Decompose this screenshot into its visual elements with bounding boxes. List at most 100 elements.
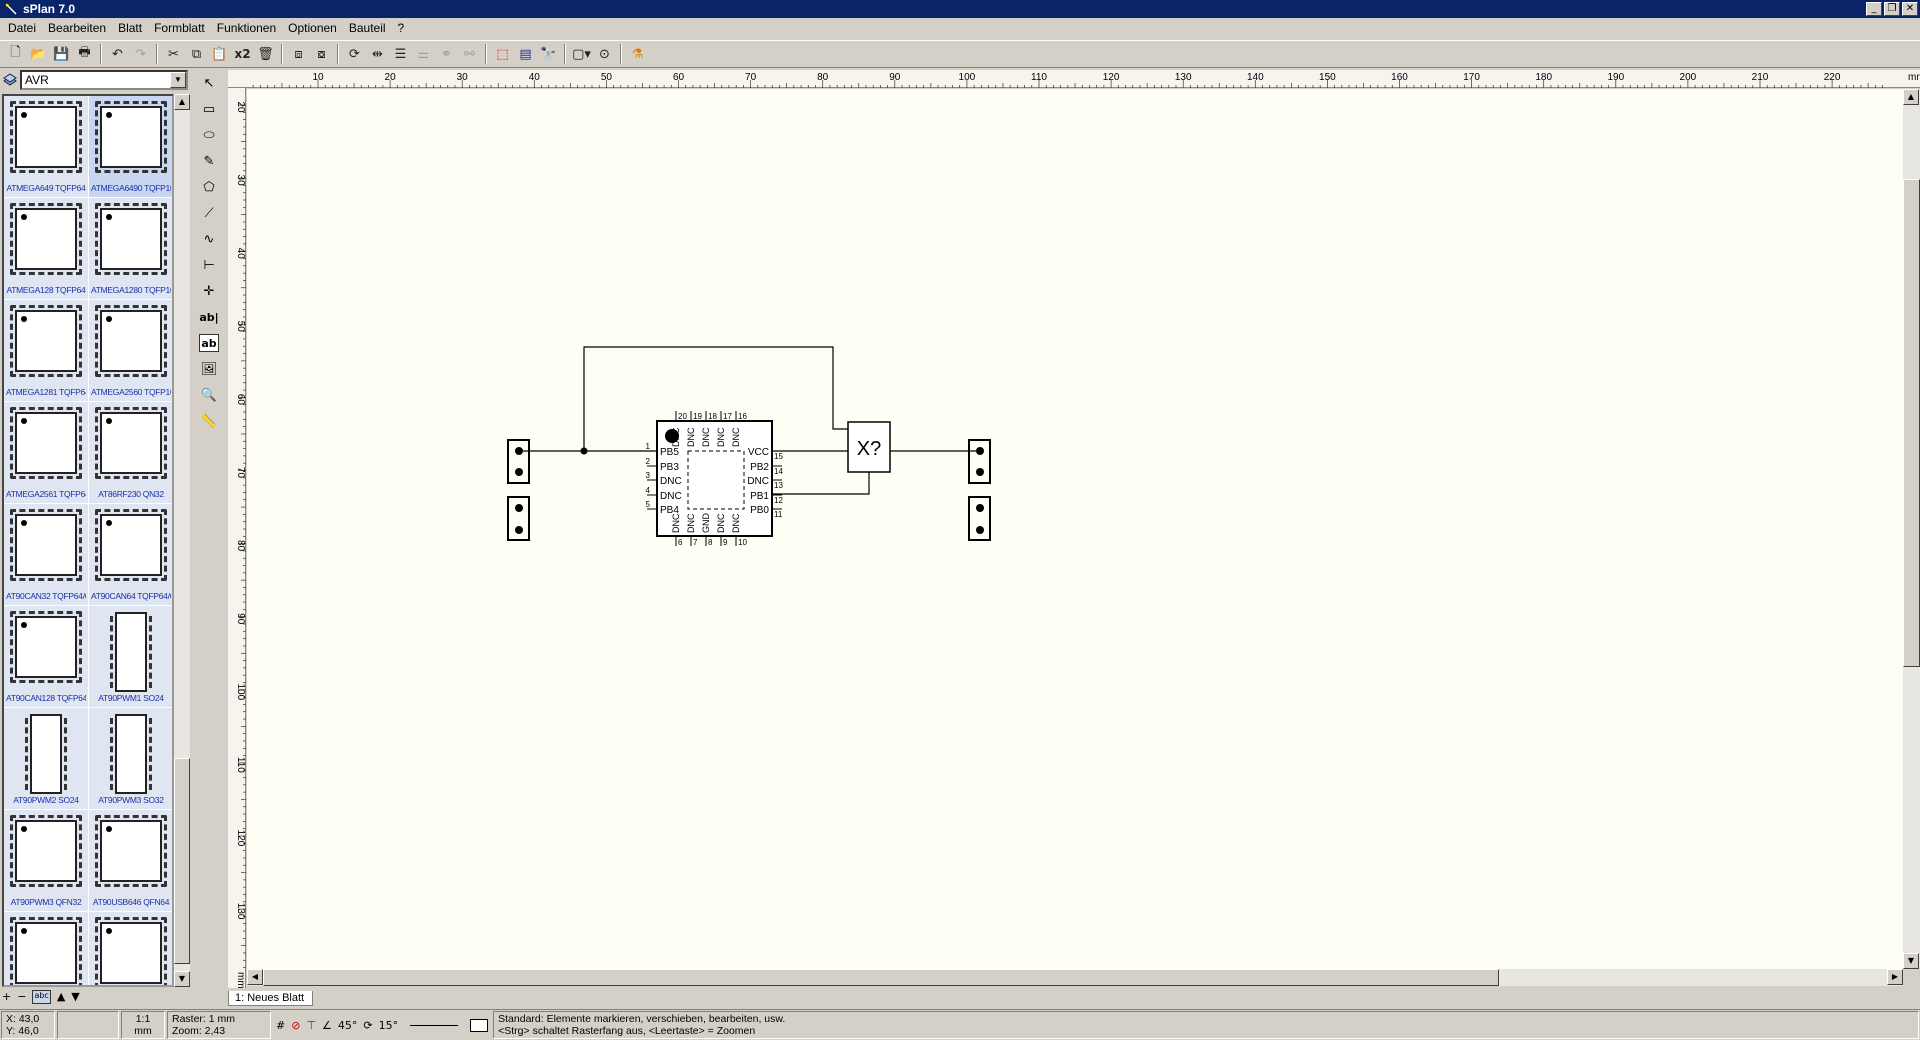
canvas-vertical-scrollbar[interactable]: ▲ ▼ xyxy=(1903,89,1920,969)
ic-component[interactable]: PB5 PB3 DNC DNC PB4 VCC PB2 DNC PB1 PB0 … xyxy=(646,411,784,547)
library-item[interactable]: ATMEGA649 TQFP64 xyxy=(4,96,89,198)
library-item[interactable]: ATMEGA1280 TQFP100 xyxy=(89,198,172,300)
part-placeholder[interactable]: X? xyxy=(847,421,891,473)
pin-icon[interactable]: ⊤ xyxy=(306,1019,316,1032)
menu-help[interactable]: ? xyxy=(392,21,411,35)
textbox-icon[interactable]: ab xyxy=(199,334,219,352)
rename-library-button[interactable]: abc xyxy=(32,990,51,1004)
library-item[interactable]: AT90PWM2 SO24 xyxy=(4,708,89,810)
distribute-icon[interactable]: ⚌ xyxy=(412,43,435,65)
raster-zoom-display[interactable]: Raster: 1 mm Zoom: 2,43 xyxy=(167,1011,271,1039)
scroll-thumb[interactable] xyxy=(174,758,190,964)
library-item[interactable]: ATMEGA2560 TQFP100 xyxy=(89,300,172,402)
junction-icon[interactable]: ✛ xyxy=(197,278,221,304)
library-item[interactable] xyxy=(89,912,172,985)
undo-icon[interactable]: ↶ xyxy=(106,43,129,65)
library-item[interactable]: AT90CAN128 TQFP64/QFN64 xyxy=(4,606,89,708)
group-icon[interactable]: ⚭ xyxy=(435,43,458,65)
connector-left-2[interactable] xyxy=(507,496,530,541)
delete-icon[interactable]: 🗑 xyxy=(254,43,277,65)
zoom-icon[interactable]: 🔍 xyxy=(197,382,221,408)
close-button[interactable]: ✕ xyxy=(1902,2,1918,16)
menu-bearbeiten[interactable]: Bearbeiten xyxy=(42,21,112,35)
move-up-button[interactable]: ▲ xyxy=(57,990,65,1004)
library-item[interactable]: AT90USB646 QFN64 xyxy=(89,810,172,912)
bom-icon[interactable]: ▤ xyxy=(514,43,537,65)
mirror-icon[interactable]: ⇹ xyxy=(366,43,389,65)
dimension-icon[interactable]: ⊢ xyxy=(197,252,221,278)
rotate-icon[interactable]: ⟳ xyxy=(343,43,366,65)
scroll-left-button[interactable]: ◀ xyxy=(247,969,263,985)
library-item[interactable]: ATMEGA128 TQFP64 xyxy=(4,198,89,300)
align-icon[interactable]: ☰ xyxy=(389,43,412,65)
scroll-thumb[interactable] xyxy=(1903,179,1920,667)
minimize-button[interactable]: _ xyxy=(1866,2,1882,16)
remove-library-button[interactable]: − xyxy=(17,990,26,1004)
angle-snap-1[interactable]: 45° xyxy=(338,1019,358,1032)
line-icon[interactable]: ⟋ xyxy=(197,200,221,226)
drawing-canvas[interactable]: PB5 PB3 DNC DNC PB4 VCC PB2 DNC PB1 PB0 … xyxy=(247,89,1903,969)
line-style-icon[interactable] xyxy=(410,1024,459,1026)
menu-blatt[interactable]: Blatt xyxy=(112,21,148,35)
find-icon[interactable]: 🔭 xyxy=(537,43,560,65)
angle-snap-2[interactable]: 15° xyxy=(379,1019,399,1032)
add-library-button[interactable]: + xyxy=(2,990,11,1004)
copy-icon[interactable]: ⧉ xyxy=(185,43,208,65)
polygon-icon[interactable]: ⬠ xyxy=(197,174,221,200)
duplicate-icon[interactable]: x2 xyxy=(231,43,254,65)
print-icon[interactable]: 🖶 xyxy=(73,43,96,65)
menu-funktionen[interactable]: Funktionen xyxy=(211,21,282,35)
magic-icon[interactable]: ⚗ xyxy=(626,43,649,65)
move-down-button[interactable]: ▼ xyxy=(71,990,79,1004)
paste-icon[interactable]: 📋 xyxy=(208,43,231,65)
ruler-icon[interactable]: 📏 xyxy=(197,408,221,434)
bezier-icon[interactable]: ∿ xyxy=(197,226,221,252)
page-icon[interactable]: ▢▾ xyxy=(570,43,593,65)
pen-icon[interactable]: ✎ xyxy=(197,148,221,174)
angle-icon[interactable]: ∠ xyxy=(322,1019,332,1032)
numbering-icon[interactable]: ⬚ xyxy=(491,43,514,65)
ellipse-icon[interactable]: ⬭ xyxy=(197,122,221,148)
fill-style-icon[interactable] xyxy=(470,1018,489,1032)
scroll-up-button[interactable]: ▲ xyxy=(1903,89,1919,105)
open-icon[interactable]: 📂 xyxy=(27,43,50,65)
menu-optionen[interactable]: Optionen xyxy=(282,21,343,35)
restore-button[interactable]: ❐ xyxy=(1884,2,1900,16)
save-icon[interactable]: 💾 xyxy=(50,43,73,65)
connector-right-1[interactable] xyxy=(968,439,991,484)
redo-icon[interactable]: ↷ xyxy=(129,43,152,65)
image-icon[interactable]: 🖼 xyxy=(197,356,221,382)
library-item[interactable]: AT90PWM1 SO24 xyxy=(89,606,172,708)
scroll-thumb[interactable] xyxy=(263,969,1499,986)
connector-right-2[interactable] xyxy=(968,496,991,541)
zoom-icon[interactable]: ⊙ xyxy=(593,43,616,65)
new-icon[interactable]: 🗋 xyxy=(4,43,27,65)
library-icon[interactable] xyxy=(2,71,18,87)
grid-icon[interactable]: # xyxy=(276,1019,285,1032)
text-icon[interactable]: ab| xyxy=(197,304,221,330)
pointer-icon[interactable]: ↖ xyxy=(197,70,221,96)
library-item[interactable]: AT90CAN64 TQFP64/QFN64 xyxy=(89,504,172,606)
snap-icon[interactable]: ⊘ xyxy=(291,1019,300,1032)
canvas-horizontal-scrollbar[interactable]: ◀ ▶ xyxy=(247,969,1903,986)
connector-left-1[interactable] xyxy=(507,439,530,484)
library-item[interactable]: AT90PWM3 SO32 xyxy=(89,708,172,810)
junction-dot[interactable] xyxy=(580,447,588,455)
rectangle-icon[interactable]: ▭ xyxy=(197,96,221,122)
library-item[interactable]: AT90PWM3 QFN32 xyxy=(4,810,89,912)
scroll-down-button[interactable]: ▼ xyxy=(174,971,190,987)
to-back-icon[interactable]: ⧇ xyxy=(310,43,333,65)
scroll-right-button[interactable]: ▶ xyxy=(1887,969,1903,985)
menu-bauteil[interactable]: Bauteil xyxy=(343,21,392,35)
cut-icon[interactable]: ✂ xyxy=(162,43,185,65)
menu-formblatt[interactable]: Formblatt xyxy=(148,21,211,35)
chevron-down-icon[interactable]: ▼ xyxy=(170,72,186,88)
menu-datei[interactable]: Datei xyxy=(2,21,42,35)
library-item[interactable]: ATMEGA1281 TQFP64 xyxy=(4,300,89,402)
scroll-up-button[interactable]: ▲ xyxy=(174,94,190,110)
library-dropdown[interactable]: AVR ▼ xyxy=(20,70,188,90)
to-front-icon[interactable]: ⧈ xyxy=(287,43,310,65)
scroll-down-button[interactable]: ▼ xyxy=(1903,953,1919,969)
ungroup-icon[interactable]: ⚯ xyxy=(458,43,481,65)
tab-sheet-1[interactable]: 1: Neues Blatt xyxy=(228,991,314,1006)
